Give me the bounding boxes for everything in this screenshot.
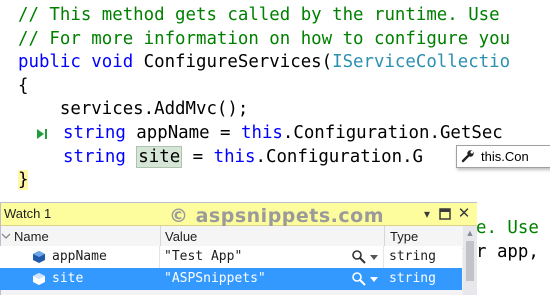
code-line-appname: string appName = this.Configuration.GetS… — [63, 121, 503, 145]
method-name: ConfigureServices( — [143, 52, 333, 72]
column-name[interactable]: Name — [14, 226, 49, 248]
code-line-close-brace: } — [18, 168, 29, 192]
scroll-thumb[interactable] — [466, 241, 474, 281]
configuration-call: .Configuration.G — [255, 147, 424, 167]
code-line-open-brace: { — [18, 76, 29, 96]
type-iservicecollection: IServiceCollectio — [332, 52, 511, 72]
text-visualizer-icon[interactable] — [351, 271, 367, 287]
code-line-comment-partial: e. Use — [476, 218, 539, 238]
code-line-addmvc: services.AddMvc(); — [18, 99, 249, 119]
code-line-comment-2: // For more information on how to config… — [18, 29, 511, 49]
column-separator[interactable] — [384, 226, 385, 248]
wrench-icon[interactable] — [461, 149, 475, 163]
watch-row-value[interactable]: "Test App" — [164, 246, 242, 268]
visualizer-dropdown-icon[interactable] — [370, 255, 378, 260]
configuration-call: .Configuration.GetSec — [282, 123, 503, 143]
datatip-expression: this.Con — [481, 149, 529, 164]
local-variable-icon — [33, 251, 45, 263]
watch-row-appname[interactable]: appName "Test App" string — [0, 246, 462, 268]
code-line-method-signature: public void ConfigureServices(IServiceCo… — [18, 50, 510, 74]
code-line-site: string site = this.Configuration.G — [63, 145, 423, 169]
row-separator — [383, 246, 384, 268]
maximize-icon[interactable] — [437, 206, 453, 222]
watch-title-bar[interactable]: Watch 1 © aspsnippets.com ▾ ✕ — [1, 203, 477, 227]
column-value[interactable]: Value — [165, 226, 197, 248]
watch-vertical-scrollbar[interactable]: ▲ — [463, 226, 477, 295]
close-icon[interactable]: ✕ — [456, 206, 472, 222]
scroll-up-icon[interactable]: ▲ — [463, 226, 477, 240]
watch-row-name: appName — [52, 249, 107, 264]
code-line-comment-1: // This method gets called by the runtim… — [18, 5, 500, 25]
site-variable-highlight[interactable]: site — [136, 146, 183, 168]
row-separator — [159, 246, 160, 268]
watch-row-site[interactable]: site "ASPSnippets" string — [0, 268, 462, 290]
column-separator[interactable] — [160, 226, 161, 248]
watermark: © aspsnippets.com — [169, 205, 385, 227]
keyword-this: this — [241, 123, 283, 143]
column-type[interactable]: Type — [390, 226, 418, 248]
appname-assignment: appName = — [136, 123, 241, 143]
watch-row-type: string — [389, 271, 436, 286]
visualizer-dropdown-icon[interactable] — [370, 277, 378, 282]
watch-row-name: site — [52, 271, 84, 286]
keyword-public-void: public void — [18, 52, 144, 72]
keyword-string: string — [63, 147, 137, 167]
watch-title: Watch 1 — [4, 206, 52, 221]
text-visualizer-icon[interactable] — [351, 249, 367, 265]
watch-row-value[interactable]: "ASPSnippets" — [164, 268, 266, 290]
code-line-partial: r app, — [476, 242, 539, 262]
watch-row-type: string — [389, 249, 436, 264]
keyword-this: this — [213, 147, 256, 167]
local-variable-icon — [33, 273, 45, 285]
run-to-cursor-icon[interactable] — [34, 127, 48, 141]
expand-collapse-icon — [1, 233, 11, 239]
datatip-popup[interactable]: this.Con — [456, 145, 550, 168]
keyword-string: string — [63, 123, 137, 143]
dropdown-icon[interactable]: ▾ — [419, 206, 435, 222]
assignment-operator: = — [182, 147, 214, 167]
close-brace-highlight: } — [18, 170, 29, 190]
